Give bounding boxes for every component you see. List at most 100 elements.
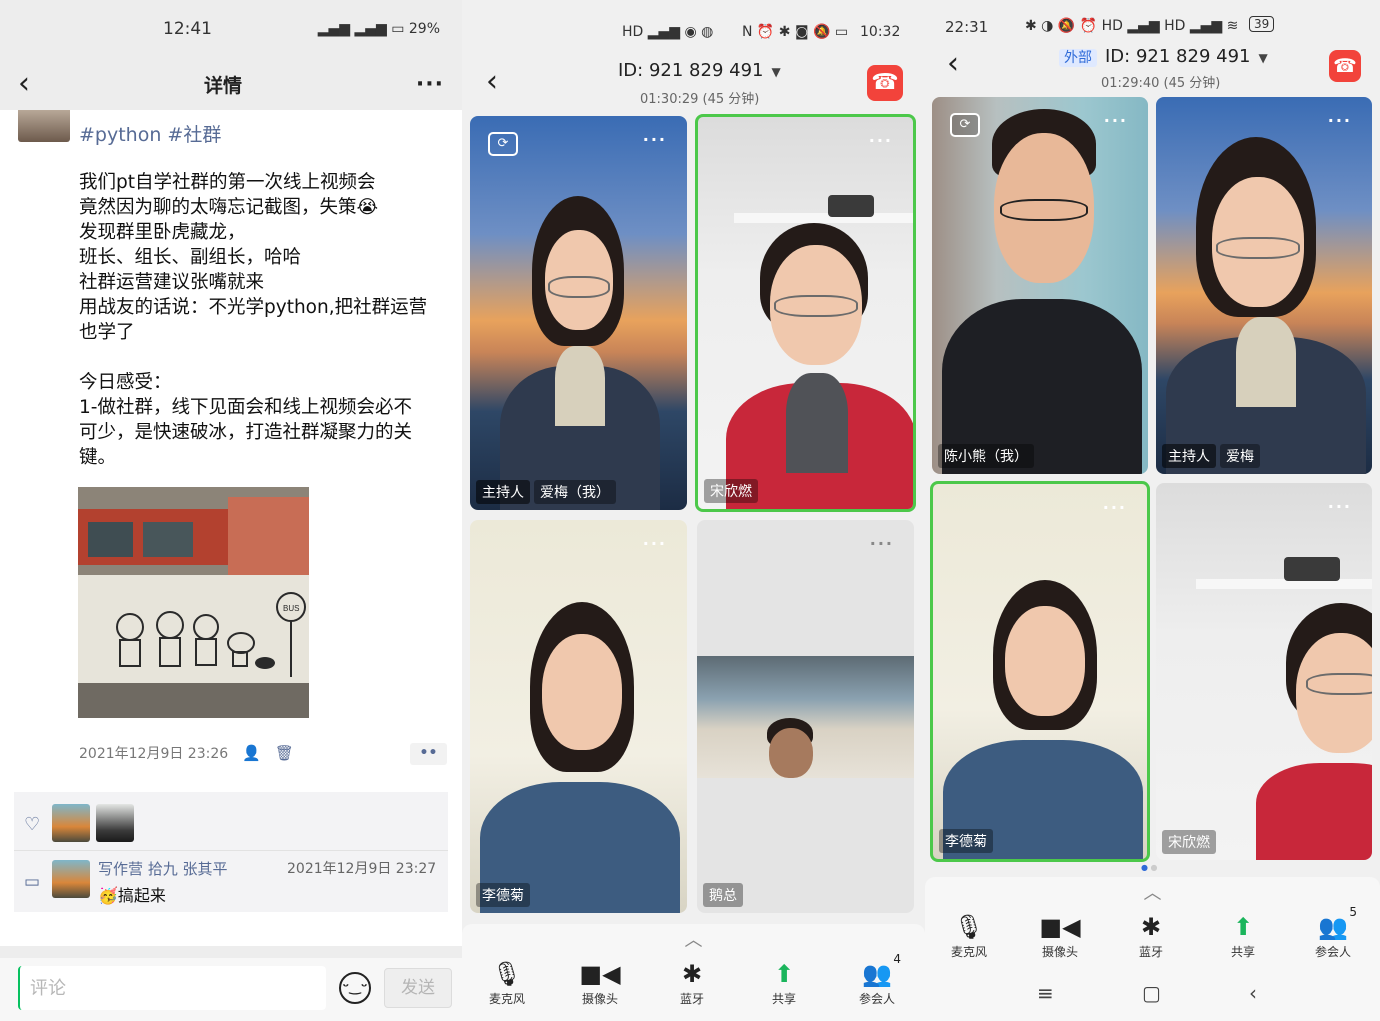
tile-more-icon[interactable]: ··· — [1328, 497, 1352, 516]
comment-footer: 评论 ᵕ‿ᵕ 发送 — [0, 958, 462, 1021]
tile-more-icon[interactable]: ··· — [1328, 111, 1352, 130]
expand-toolbar-icon[interactable]: ︿ — [925, 879, 1380, 905]
bluetooth-button[interactable]: ✱ 蓝牙 — [1121, 911, 1181, 960]
post-line: 发现群里卧虎藏龙， — [79, 222, 246, 243]
post-photo[interactable]: BUS — [78, 487, 309, 718]
post-line — [79, 345, 449, 370]
share-screen-icon: ⬆ — [1232, 913, 1254, 941]
back-icon[interactable]: ‹ — [486, 64, 498, 99]
meeting-toolbar: ︿ 🎙 麦克风 ■◀ 摄像头 ✱ 蓝牙 ⬆ 共享 👥 参会人 4 — [462, 924, 925, 1021]
emoji-icon[interactable]: ᵕ‿ᵕ — [339, 972, 371, 1004]
external-badge: 外部 — [1059, 49, 1097, 67]
hang-up-button[interactable]: ☎ — [867, 65, 903, 101]
post-line: 也学了 — [79, 322, 135, 343]
participant-label: 陈小熊（我） — [938, 444, 1034, 468]
post-meta: 2021年12月9日 23:26 👤 🗑 — [79, 743, 294, 763]
participant-name: 鹅总 — [703, 883, 743, 907]
commenter-avatar[interactable] — [52, 860, 90, 898]
post-body: #python #社群 我们pt自学社群的第一次线上视频会 竟然因为聊的太嗨忘记截… — [0, 110, 462, 946]
chevron-down-icon[interactable]: ▼ — [771, 65, 780, 79]
tile-more-icon[interactable]: ··· — [643, 130, 667, 149]
back-nav-icon[interactable]: ‹ — [1249, 981, 1257, 1005]
participant-name: 李德菊 — [939, 829, 993, 853]
tile-more-icon[interactable]: ··· — [870, 534, 894, 553]
shelf — [734, 213, 913, 223]
post-timestamp: 2021年12月9日 23:26 — [79, 746, 229, 762]
share-button[interactable]: ⬆ 共享 — [1213, 911, 1273, 960]
video-tile[interactable]: ··· 鹅总 — [697, 520, 914, 913]
participant-name: 爱梅 — [1220, 444, 1260, 468]
camera-button[interactable]: ■◀ 摄像头 — [1030, 911, 1090, 960]
chevron-down-icon[interactable]: ▼ — [1258, 51, 1267, 65]
status-bar: 12:41 ▂▄▆ ▂▄▆ ▭ 29% — [0, 0, 462, 58]
camera-decor — [828, 195, 874, 217]
participant-count: 4 — [893, 952, 901, 966]
camera-button[interactable]: ■◀ 摄像头 — [570, 958, 630, 1007]
participants-button[interactable]: 👥 参会人 4 — [847, 952, 907, 1007]
post-line: 键。 — [79, 447, 117, 468]
commenter-name[interactable]: 写作营 拾九 张其平 — [98, 858, 228, 879]
tile-more-icon[interactable]: ··· — [643, 534, 667, 553]
participant-label: 李德菊 — [476, 883, 530, 907]
post-tags[interactable]: #python #社群 — [79, 120, 221, 147]
video-tile-speaking[interactable]: ··· 宋欣燃 — [695, 114, 916, 512]
video-camera-icon: ■◀ — [1039, 913, 1081, 941]
switch-camera-icon[interactable]: ⟳ — [950, 113, 980, 137]
share-button[interactable]: ⬆ 共享 — [754, 958, 814, 1007]
mic-button[interactable]: 🎙 麦克风 — [477, 958, 537, 1007]
switch-camera-icon[interactable]: ⟳ — [488, 132, 518, 156]
video-tile-speaking[interactable]: ··· 李德菊 — [930, 481, 1150, 862]
back-icon[interactable]: ‹ — [947, 46, 959, 81]
tile-more-icon[interactable]: ··· — [1103, 498, 1127, 517]
menu-icon[interactable]: ≡ — [1037, 981, 1054, 1005]
mic-button[interactable]: 🎙 麦克风 — [939, 911, 999, 960]
like-comment-menu-button[interactable]: •• — [410, 743, 447, 765]
post-line: 竟然因为聊的太嗨忘记截图，失策😭 — [79, 197, 379, 218]
meeting-toolbar: ︿ 🎙 麦克风 ■◀ 摄像头 ✱ 蓝牙 ⬆ 共享 👥 参会人 5 ≡ ▢ ‹ — [925, 877, 1380, 1021]
liker-avatar[interactable] — [52, 804, 90, 842]
participant-video — [480, 602, 680, 913]
liker-avatar[interactable] — [96, 804, 134, 842]
participant-name: 宋欣燃 — [1162, 830, 1216, 854]
tile-more-icon[interactable]: ··· — [1104, 111, 1128, 130]
send-button[interactable]: 发送 — [384, 968, 452, 1008]
video-camera-icon: ■◀ — [579, 960, 621, 988]
expand-toolbar-icon[interactable]: ︿ — [462, 926, 925, 952]
more-options-icon[interactable]: ··· — [416, 72, 444, 97]
video-tile[interactable]: ··· 主持人 爱梅 — [1156, 97, 1372, 474]
home-icon[interactable]: ▢ — [1142, 981, 1161, 1005]
tile-more-icon[interactable]: ··· — [869, 131, 893, 150]
author-avatar[interactable] — [18, 110, 70, 142]
meeting-screen-host: HD ▂▄▆ ◉ ◍ N ⏰ ✱ ◙ 🔕 ▭ 10:32 ‹ ID: 921 8… — [462, 0, 925, 1021]
participant-video — [726, 223, 913, 509]
visibility-icon[interactable]: 👤 — [242, 744, 261, 762]
meeting-id[interactable]: ID: 921 829 491 ▼ — [618, 60, 781, 81]
status-time: 10:32 — [860, 24, 901, 40]
participant-label: 主持人 爱梅（我） — [476, 480, 616, 504]
participant-count: 5 — [1349, 905, 1357, 919]
participant-video — [942, 109, 1142, 474]
meeting-id-text: ID: 921 829 491 — [1105, 46, 1251, 67]
participant-name: 宋欣燃 — [704, 479, 758, 503]
participant-label: 主持人 爱梅 — [1162, 444, 1260, 468]
participant-video — [697, 656, 914, 778]
video-tile[interactable]: ⟳ ··· 陈小熊（我） — [932, 97, 1148, 474]
participant-name: 爱梅（我） — [534, 480, 616, 504]
camera-decor — [1284, 557, 1340, 581]
participant-label: 宋欣燃 — [704, 479, 758, 503]
video-tile[interactable]: ··· 李德菊 — [470, 520, 687, 913]
hang-up-button[interactable]: ☎ — [1329, 50, 1361, 82]
comment-input[interactable]: 评论 — [18, 966, 326, 1010]
bluetooth-button[interactable]: ✱ 蓝牙 — [662, 958, 722, 1007]
status-time: 22:31 — [945, 18, 989, 36]
back-icon[interactable]: ‹ — [18, 69, 30, 99]
video-tile[interactable]: ··· 宋欣燃 — [1156, 483, 1372, 860]
participant-name: 陈小熊（我） — [938, 444, 1034, 468]
interaction-area: ♡ ▭ 写作营 拾九 张其平 2021年12月9日 23:27 🥳搞起来 — [14, 792, 448, 912]
participants-button[interactable]: 👥 参会人 5 — [1303, 905, 1363, 960]
delete-icon[interactable]: 🗑 — [275, 744, 294, 762]
meeting-id[interactable]: 外部 ID: 921 829 491 ▼ — [1059, 46, 1268, 67]
video-tile[interactable]: ⟳ ··· 主持人 爱梅（我） — [470, 116, 687, 510]
snoopy-wall-image: BUS — [78, 487, 309, 718]
post-line: 我们pt自学社群的第一次线上视频会 — [79, 172, 376, 193]
